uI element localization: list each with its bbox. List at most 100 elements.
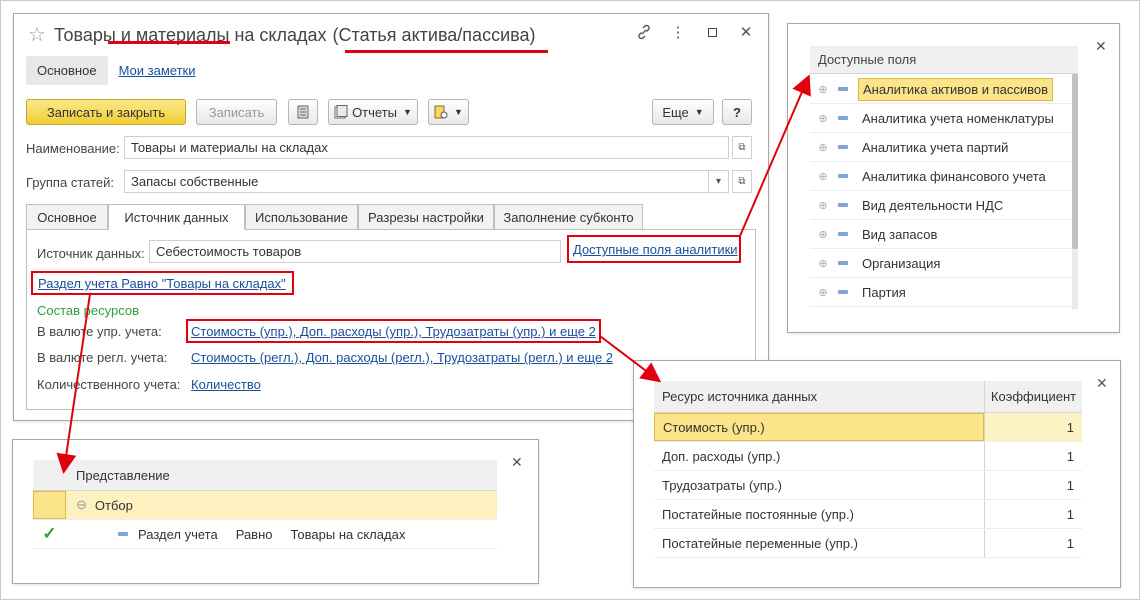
expand-icon: ⊕ [818, 228, 828, 241]
field-icon [838, 203, 848, 207]
field-icon [838, 174, 848, 178]
available-fields-link[interactable]: Доступные поля аналитики [573, 242, 738, 257]
table-row[interactable]: Постатейные переменные (упр.) 1 [654, 529, 1082, 558]
list-icon-button[interactable] [288, 99, 318, 125]
maximize-icon[interactable] [704, 22, 720, 42]
table-row[interactable]: ⊖ Отбор [33, 491, 497, 520]
filter-field: Раздел учета [138, 526, 218, 542]
close-icon[interactable]: ✕ [1095, 38, 1107, 55]
window-controls: ⋮ ✕ [636, 22, 754, 42]
reg-resources-link[interactable]: Стоимость (регл.), Доп. расходы (регл.),… [191, 350, 613, 365]
chevron-down-icon: ▼ [454, 107, 463, 117]
item-checkbox[interactable]: ✓ [33, 520, 66, 548]
page-title-highlight: (Статья актива/пассива) [332, 24, 536, 45]
top-tabs: Основное Мои заметки [26, 56, 207, 85]
field-icon [118, 532, 128, 536]
table-row[interactable]: Доп. расходы (упр.) 1 [654, 442, 1082, 471]
expand-icon: ⊕ [818, 83, 828, 96]
filter-table: Представление ⊖ Отбор ✓ Раздел учета Рав… [33, 460, 497, 549]
group-checkbox[interactable] [33, 491, 66, 519]
field-icon [838, 232, 848, 236]
table-header: Представление [33, 460, 497, 491]
resources-table: Ресурс источника данных Коэффициент Стои… [654, 381, 1082, 558]
tab-my-notes[interactable]: Мои заметки [108, 56, 207, 85]
close-icon[interactable]: ✕ [1096, 375, 1108, 392]
toolbar: Записать и закрыть Записать Отчеты ▼ ▼ Ещ… [26, 99, 752, 127]
collapse-icon: ⊖ [76, 497, 87, 512]
close-icon[interactable]: ✕ [738, 22, 754, 42]
tab-subconto-fill[interactable]: Заполнение субконто [494, 204, 643, 230]
more-label: Еще [662, 104, 689, 120]
list-item[interactable]: ⊕ Организация [810, 249, 1072, 278]
table-row[interactable]: Трудозатраты (упр.) 1 [654, 471, 1082, 500]
expand-icon: ⊕ [818, 141, 828, 154]
group-label: Группа статей: [26, 175, 114, 190]
available-fields-panel: ✕ Доступные поля ⊕ Аналитика активов и па… [787, 23, 1120, 333]
tab-data-source[interactable]: Источник данных [108, 204, 245, 230]
group-label: Отбор [94, 497, 133, 513]
open-icon[interactable]: ⧉ [732, 170, 752, 193]
list-item[interactable]: ⊕ Аналитика активов и пассивов [810, 75, 1072, 104]
group-field[interactable]: Запасы собственные [124, 170, 709, 193]
open-icon[interactable]: ⧉ [732, 136, 752, 159]
field-icon [838, 145, 848, 149]
tab-red-underline [108, 41, 230, 44]
list-item[interactable]: ⊕ Вид деятельности НДС [810, 191, 1072, 220]
star-icon[interactable]: ☆ [28, 25, 46, 45]
mgmt-resources-link[interactable]: Стоимость (упр.), Доп. расходы (упр.), Т… [191, 324, 596, 339]
list-item[interactable]: ⊕ Партия [810, 278, 1072, 307]
filter-link[interactable]: Раздел учета Равно "Товары на складах" [38, 276, 286, 291]
filter-condition: Равно [235, 526, 273, 542]
dropdown-icon[interactable]: ▾ [709, 170, 729, 193]
list-item[interactable]: ⊕ Аналитика учета партий [810, 133, 1072, 162]
scroll-thumb[interactable] [1072, 74, 1078, 249]
qty-resources-link[interactable]: Количество [191, 377, 261, 392]
title-red-underline [345, 50, 548, 53]
field-icon [838, 116, 848, 120]
data-source-field[interactable]: Себестоимость товаров [149, 240, 561, 263]
table-row[interactable]: Постатейные постоянные (упр.) 1 [654, 500, 1082, 529]
reg-currency-label: В валюте регл. учета: [37, 350, 168, 365]
expand-icon: ⊕ [818, 112, 828, 125]
column-header: Коэффициент [984, 381, 1082, 412]
reports-button[interactable]: Отчеты ▼ [328, 99, 418, 125]
list-item[interactable]: ⊕ Аналитика финансового учета [810, 162, 1072, 191]
scrollbar[interactable] [1072, 74, 1078, 309]
mgmt-currency-label: В валюте упр. учета: [37, 324, 162, 339]
help-button[interactable]: ? [722, 99, 752, 125]
name-field[interactable]: Товары и материалы на складах [124, 136, 729, 159]
expand-icon: ⊕ [818, 199, 828, 212]
list-item[interactable]: ⊕ Вид запасов [810, 220, 1072, 249]
list-item[interactable]: ⊕ Аналитика учета номенклатуры [810, 104, 1072, 133]
checkmark-icon: ✓ [42, 524, 57, 543]
document-print-icon [434, 105, 448, 119]
qty-label: Количественного учета: [37, 377, 181, 392]
save-close-button[interactable]: Записать и закрыть [26, 99, 186, 125]
more-icon[interactable]: ⋮ [670, 22, 686, 42]
expand-icon: ⊕ [818, 257, 828, 270]
field-icon [838, 87, 848, 91]
more-button[interactable]: Еще ▼ [652, 99, 714, 125]
table-row[interactable]: ✓ Раздел учета Равно Товары на складах [33, 520, 497, 549]
chevron-down-icon: ▼ [694, 107, 704, 117]
name-label: Наименование: [26, 141, 120, 156]
column-header: Представление [76, 467, 170, 483]
data-source-label: Источник данных: [37, 246, 145, 261]
document-list-icon [297, 105, 309, 119]
expand-icon: ⊕ [818, 286, 828, 299]
tab-bar: Основное Источник данных Использование Р… [26, 204, 756, 230]
print-button[interactable]: ▼ [428, 99, 469, 125]
column-header: Ресурс источника данных [662, 389, 818, 404]
close-icon[interactable]: ✕ [511, 454, 523, 471]
tab-main[interactable]: Основное [26, 204, 108, 230]
expand-icon: ⊕ [818, 170, 828, 183]
tab-settings-sections[interactable]: Разрезы настройки [358, 204, 494, 230]
filter-value: Товары на складах [290, 526, 406, 542]
tab-main-top[interactable]: Основное [26, 56, 108, 85]
table-row[interactable]: Стоимость (упр.) 1 [654, 413, 1082, 442]
save-button[interactable]: Записать [196, 99, 277, 125]
tab-usage[interactable]: Использование [245, 204, 358, 230]
reports-label: Отчеты [352, 104, 397, 120]
link-icon[interactable] [636, 22, 652, 42]
filter-panel: ✕ Представление ⊖ Отбор ✓ Раздел учета Р… [12, 439, 539, 584]
